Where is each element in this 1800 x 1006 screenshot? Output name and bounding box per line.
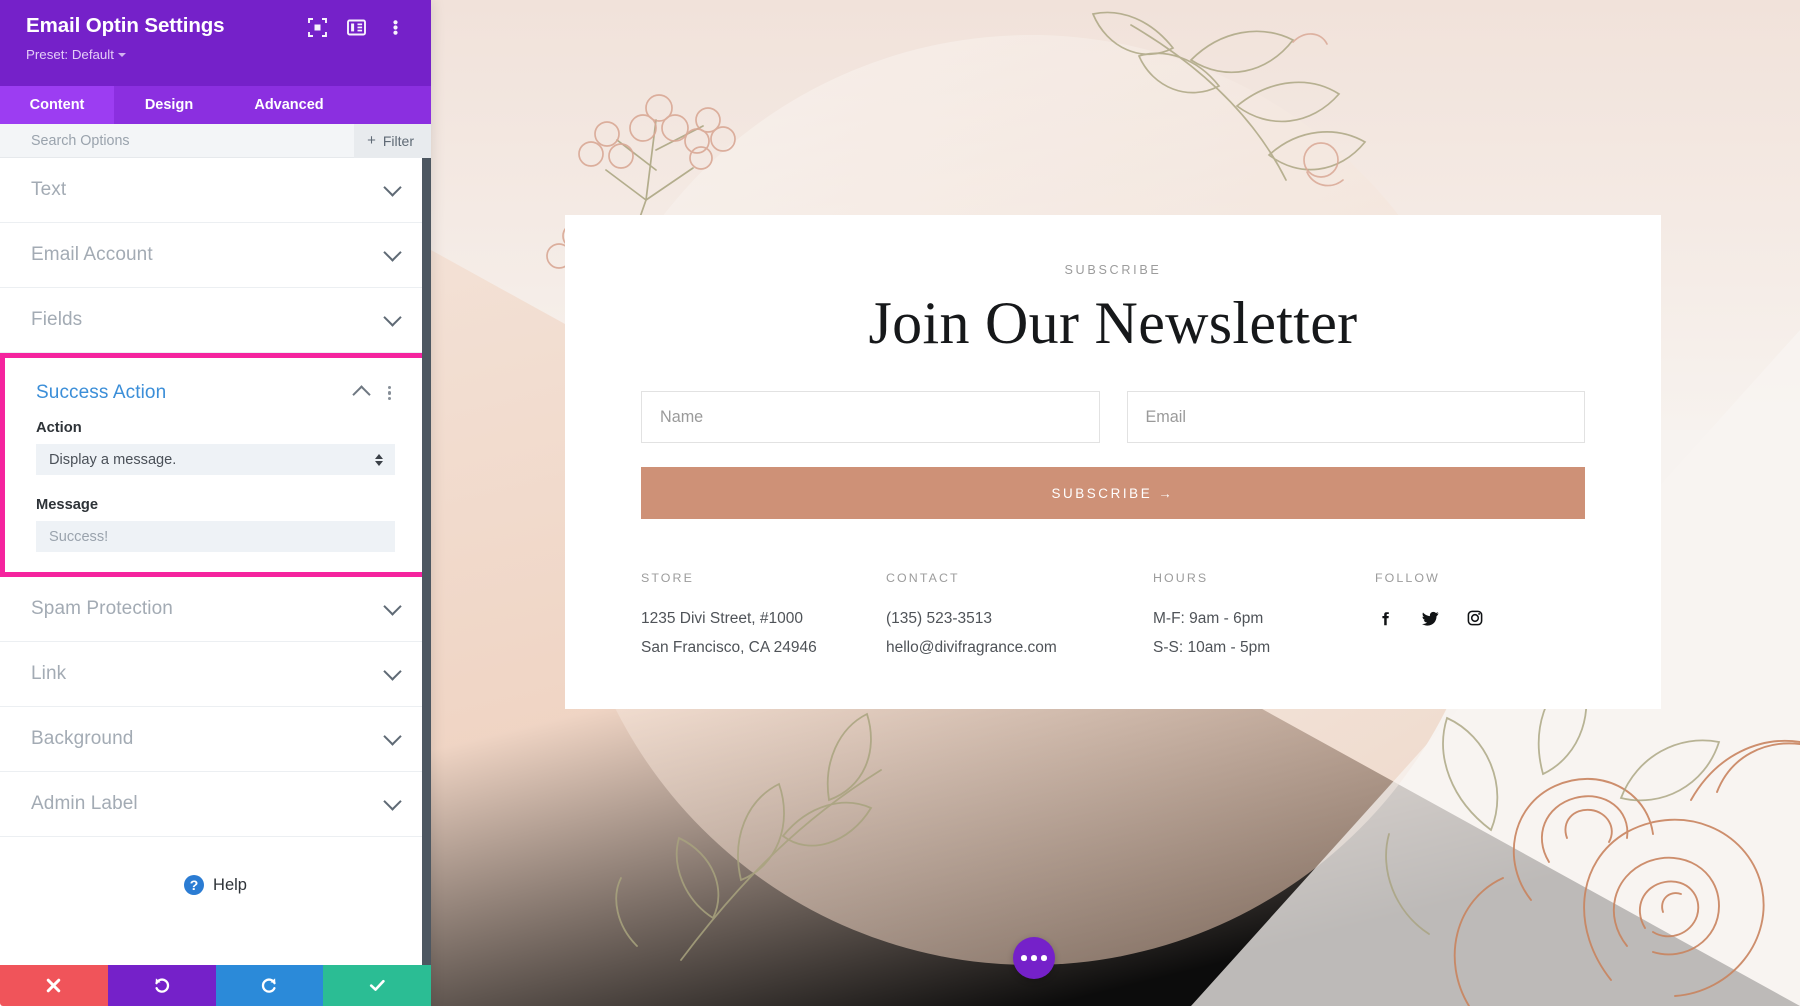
- section-link[interactable]: Link: [0, 642, 431, 707]
- instagram-icon[interactable]: [1465, 608, 1485, 628]
- chevron-down-icon: [383, 178, 402, 197]
- help-label: Help: [213, 875, 247, 894]
- chevron-down-icon: [383, 308, 402, 327]
- more-options-icon[interactable]: [386, 18, 405, 37]
- chevron-down-icon: [383, 662, 402, 681]
- select-arrows-icon: [375, 453, 383, 466]
- social-links: [1375, 605, 1585, 628]
- redo-button[interactable]: [215, 965, 324, 1006]
- section-more-options-icon[interactable]: [385, 384, 394, 403]
- section-label: Background: [31, 728, 134, 749]
- info-column-hours: HOURS M-F: 9am - 6pm S-S: 10am - 5pm: [1153, 571, 1375, 662]
- check-icon: [369, 979, 385, 991]
- name-input[interactable]: [641, 391, 1100, 444]
- section-label: Success Action: [36, 382, 167, 403]
- redo-icon: [261, 978, 276, 993]
- info-line: hello@divifragrance.com: [886, 638, 1057, 656]
- email-optin-module: SUBSCRIBE Join Our Newsletter SUBSCRIBE …: [565, 215, 1661, 709]
- settings-tabs: Content Design Advanced: [0, 86, 431, 124]
- chevron-down-icon: [383, 727, 402, 746]
- success-action-fields: Action Display a message. Message: [5, 420, 426, 572]
- facebook-icon[interactable]: [1375, 608, 1395, 628]
- search-input[interactable]: [0, 124, 355, 157]
- info-line: 1235 Divi Street, #1000: [641, 610, 803, 628]
- tab-advanced[interactable]: Advanced: [224, 86, 354, 124]
- action-select-value: Display a message.: [49, 451, 177, 468]
- section-label: Email Account: [31, 244, 153, 265]
- action-select[interactable]: Display a message.: [36, 444, 395, 475]
- settings-options-list: Text Email Account Fields Success Action: [0, 158, 431, 965]
- section-label: Fields: [31, 309, 83, 330]
- help-icon: ?: [184, 875, 205, 895]
- info-line: (135) 523-3513: [886, 610, 992, 628]
- twitter-icon[interactable]: [1420, 608, 1440, 628]
- close-icon: [47, 978, 61, 993]
- email-input[interactable]: [1126, 391, 1585, 444]
- sidebar-header: Email Optin Settings Preset: Default: [0, 0, 431, 86]
- filter-button[interactable]: + Filter: [354, 123, 431, 158]
- focus-mode-icon[interactable]: [308, 18, 327, 37]
- tab-design[interactable]: Design: [114, 86, 224, 124]
- column-heading: CONTACT: [886, 571, 960, 586]
- chevron-down-icon: [117, 52, 126, 57]
- cancel-button[interactable]: [0, 965, 108, 1006]
- help-button[interactable]: ? Help: [0, 837, 431, 895]
- chevron-down-icon: [383, 243, 402, 262]
- tab-content[interactable]: Content: [0, 86, 114, 124]
- section-success-action[interactable]: Success Action: [5, 358, 426, 420]
- preset-label: Preset: Default: [26, 46, 114, 62]
- undo-icon: [155, 978, 170, 993]
- info-line: San Francisco, CA 24946: [641, 638, 817, 656]
- section-email-account[interactable]: Email Account: [0, 223, 431, 288]
- info-line: S-S: 10am - 5pm: [1153, 638, 1271, 656]
- filter-label: Filter: [382, 132, 414, 149]
- info-column-follow: FOLLOW: [1375, 571, 1585, 662]
- page-title: Email Optin Settings: [26, 14, 225, 37]
- sidebar-footer-toolbar: [0, 965, 431, 1006]
- section-label: Admin Label: [31, 793, 138, 814]
- column-heading: HOURS: [1153, 571, 1209, 586]
- section-text[interactable]: Text: [0, 158, 431, 223]
- footer-info-columns: STORE 1235 Divi Street, #1000 San Franci…: [641, 571, 1585, 662]
- subscribe-button[interactable]: SUBSCRIBE →: [641, 467, 1585, 520]
- plus-icon: +: [367, 132, 376, 149]
- section-label: Spam Protection: [31, 598, 173, 619]
- section-spam-protection[interactable]: Spam Protection: [0, 577, 431, 642]
- section-fields[interactable]: Fields: [0, 288, 431, 353]
- section-background[interactable]: Background: [0, 707, 431, 772]
- message-field-label: Message: [36, 497, 99, 513]
- action-field-label: Action: [36, 420, 82, 436]
- save-button[interactable]: [323, 965, 431, 1006]
- optin-form-row: [641, 391, 1585, 444]
- section-admin-label[interactable]: Admin Label: [0, 772, 431, 837]
- undo-button[interactable]: [107, 965, 216, 1006]
- settings-sidebar: Email Optin Settings Preset: Default Con…: [0, 0, 431, 1006]
- column-heading: STORE: [641, 571, 694, 586]
- message-input[interactable]: [36, 521, 395, 552]
- chevron-up-icon[interactable]: [352, 385, 371, 405]
- divi-builder-screen: Email Optin Settings Preset: Default Con…: [0, 0, 1800, 1006]
- search-bar: + Filter: [0, 123, 431, 158]
- column-heading: FOLLOW: [1375, 571, 1440, 586]
- info-column-contact: CONTACT (135) 523-3513 hello@divifragran…: [886, 571, 1153, 662]
- headline-text: Join Our Newsletter: [868, 290, 1358, 356]
- section-label: Text: [31, 179, 67, 200]
- sidebar-scrollbar-thumb[interactable]: [422, 158, 431, 965]
- highlight-outline-success-action: Success Action Action Display a message.: [0, 353, 431, 577]
- eyebrow-text: SUBSCRIBE: [1064, 263, 1162, 277]
- info-line: M-F: 9am - 6pm: [1153, 610, 1264, 628]
- chevron-down-icon: [383, 597, 402, 616]
- chevron-down-icon: [383, 792, 402, 811]
- preset-selector[interactable]: Preset: Default: [26, 47, 126, 62]
- layout-view-icon[interactable]: [347, 18, 366, 37]
- page-settings-button[interactable]: [1013, 937, 1055, 979]
- sidebar-scrollbar-track[interactable]: [422, 158, 431, 965]
- info-column-store: STORE 1235 Divi Street, #1000 San Franci…: [641, 571, 886, 662]
- page-preview-canvas: SUBSCRIBE Join Our Newsletter SUBSCRIBE …: [431, 0, 1800, 1006]
- section-label: Link: [31, 663, 67, 684]
